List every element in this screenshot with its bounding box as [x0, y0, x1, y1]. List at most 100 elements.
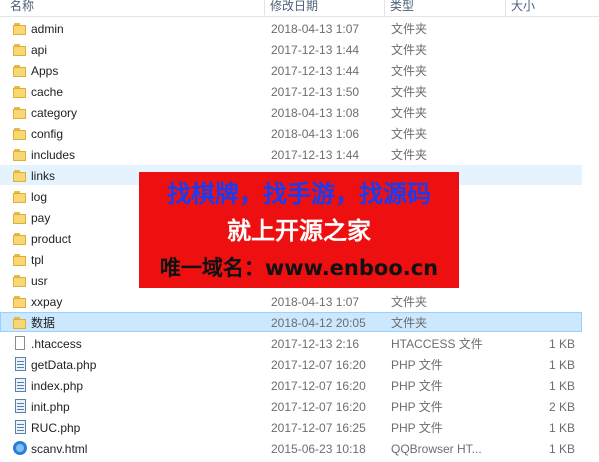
folder-icon [12, 147, 28, 161]
file-row[interactable]: getData.php 2017-12-07 16:20 PHP 文件 1 KB [0, 354, 582, 374]
file-name: includes [31, 148, 76, 162]
file-row[interactable]: xxpay 2018-04-13 1:07 文件夹 [0, 291, 582, 311]
file-size: 1 KB [548, 379, 575, 393]
file-row[interactable]: admin 2018-04-13 1:07 文件夹 [0, 18, 582, 38]
file-row[interactable]: 数据 2018-04-12 20:05 文件夹 [0, 312, 582, 332]
file-type: PHP 文件 [391, 379, 443, 393]
file-type: 文件夹 [391, 316, 428, 330]
file-name: cache [31, 85, 64, 99]
column-header-size[interactable]: 大小 [507, 0, 535, 16]
php-file-icon [12, 420, 28, 434]
file-name: tpl [31, 253, 44, 267]
file-type: 文件夹 [391, 127, 428, 141]
file-type: 文件夹 [391, 106, 428, 120]
folder-icon [12, 21, 28, 35]
file-modified: 2017-12-07 16:25 [271, 421, 366, 435]
file-row[interactable]: includes 2017-12-13 1:44 文件夹 [0, 144, 582, 164]
column-divider[interactable] [505, 0, 506, 16]
file-row[interactable]: index.php 2017-12-07 16:20 PHP 文件 1 KB [0, 375, 582, 395]
file-name: scanv.html [31, 442, 88, 456]
file-modified: 2017-12-13 2:16 [271, 337, 360, 351]
file-name: xxpay [31, 295, 63, 309]
folder-icon [12, 294, 28, 308]
file-row[interactable]: cache 2017-12-13 1:50 文件夹 [0, 81, 582, 101]
file-type: 文件夹 [391, 85, 428, 99]
file-name: links [31, 169, 56, 183]
file-row[interactable]: .htaccess 2017-12-13 2:16 HTACCESS 文件 1 KB [0, 333, 582, 353]
column-header-type[interactable]: 类型 [386, 0, 414, 16]
file-modified: 2018-04-13 1:07 [271, 22, 360, 36]
column-divider[interactable] [264, 0, 265, 16]
file-type: PHP 文件 [391, 358, 443, 372]
file-name: product [31, 232, 72, 246]
banner-line-3: 唯一域名：www.enboo.cn [159, 256, 439, 280]
file-name: admin [31, 22, 64, 36]
file-size: 1 KB [548, 442, 575, 456]
folder-icon [12, 63, 28, 77]
file-type: 文件夹 [391, 295, 428, 309]
banner-line-2: 就上开源之家 [227, 217, 371, 245]
file-modified: 2017-12-13 1:44 [271, 148, 360, 162]
file-name: pay [31, 211, 51, 225]
file-size: 2 KB [548, 400, 575, 414]
folder-icon [12, 168, 28, 182]
file-type: PHP 文件 [391, 421, 443, 435]
file-type: 文件夹 [391, 22, 428, 36]
file-row[interactable]: init.php 2017-12-07 16:20 PHP 文件 2 KB [0, 396, 582, 416]
file-name: usr [31, 274, 48, 288]
file-modified: 2018-04-13 1:07 [271, 295, 360, 309]
column-header-bar: 名称 修改日期 类型 大小 [0, 0, 599, 17]
file-row[interactable]: scanv.html 2015-06-23 10:18 QQBrowser HT..… [0, 438, 582, 458]
file-modified: 2018-04-12 20:05 [271, 316, 366, 330]
file-type: 文件夹 [391, 148, 428, 162]
file-name: log [31, 190, 48, 204]
file-modified: 2015-06-23 10:18 [271, 442, 366, 456]
file-type: 文件夹 [391, 43, 428, 57]
folder-icon [12, 84, 28, 98]
column-header-modified[interactable]: 修改日期 [266, 0, 318, 16]
html-file-icon [12, 441, 28, 455]
file-name: 数据 [31, 316, 56, 330]
file-type: QQBrowser HT... [391, 442, 482, 456]
file-size: 1 KB [548, 337, 575, 351]
file-name: getData.php [31, 358, 97, 372]
file-type: HTACCESS 文件 [391, 337, 483, 351]
file-modified: 2017-12-07 16:20 [271, 358, 366, 372]
folder-icon [12, 315, 28, 329]
file-type: PHP 文件 [391, 400, 443, 414]
file-name: config [31, 127, 64, 141]
file-name: index.php [31, 379, 84, 393]
php-file-icon [12, 378, 28, 392]
folder-icon [12, 105, 28, 119]
file-modified: 2017-12-13 1:44 [271, 43, 360, 57]
folder-icon [12, 210, 28, 224]
banner-line-1: 找棋牌，找手游，找源码 [167, 180, 431, 208]
file-modified: 2017-12-07 16:20 [271, 400, 366, 414]
folder-icon [12, 252, 28, 266]
folder-icon [12, 273, 28, 287]
php-file-icon [12, 399, 28, 413]
file-row[interactable]: config 2018-04-13 1:06 文件夹 [0, 123, 582, 143]
column-divider[interactable] [384, 0, 385, 16]
file-name: .htaccess [31, 337, 82, 351]
folder-icon [12, 231, 28, 245]
file-row[interactable]: Apps 2017-12-13 1:44 文件夹 [0, 60, 582, 80]
file-row[interactable]: category 2018-04-13 1:08 文件夹 [0, 102, 582, 122]
file-row[interactable]: api 2017-12-13 1:44 文件夹 [0, 39, 582, 59]
file-name: category [31, 106, 78, 120]
column-header-name[interactable]: 名称 [6, 0, 34, 16]
php-file-icon [12, 357, 28, 371]
file-modified: 2018-04-13 1:08 [271, 106, 360, 120]
file-name: api [31, 43, 48, 57]
file-modified: 2017-12-13 1:50 [271, 85, 360, 99]
file-row[interactable]: RUC.php 2017-12-07 16:25 PHP 文件 1 KB [0, 417, 582, 437]
file-type: 文件夹 [391, 64, 428, 78]
watermark-banner: 找棋牌，找手游，找源码 就上开源之家 唯一域名：www.enboo.cn [139, 172, 459, 288]
file-modified: 2017-12-07 16:20 [271, 379, 366, 393]
file-modified: 2018-04-13 1:06 [271, 127, 360, 141]
file-name: init.php [31, 400, 70, 414]
folder-icon [12, 126, 28, 140]
file-name: Apps [31, 64, 59, 78]
file-size: 1 KB [548, 421, 575, 435]
file-icon [12, 336, 28, 350]
